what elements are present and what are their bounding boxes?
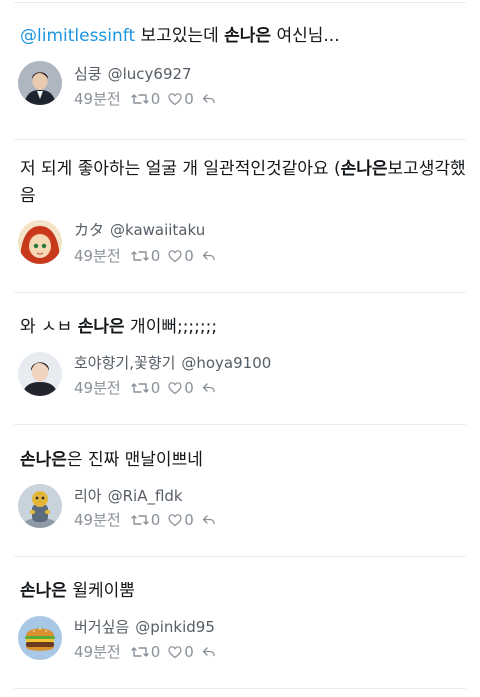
retweet-count: 0	[150, 247, 161, 265]
avatar-burger-icon	[18, 616, 62, 660]
retweet-count: 0	[150, 379, 161, 397]
tweet-actions: 49분전 0 0	[74, 378, 226, 398]
retweet-count: 0	[150, 511, 161, 529]
tweet-text-segment: 저 되게 좋아하는 얼굴 개 일관적인것같아요 (	[20, 159, 341, 179]
avatar-anime-redhead-icon	[18, 220, 62, 264]
tweet-timestamp: 49분전	[74, 379, 121, 397]
user-line: 심쿵 @lucy6927	[74, 64, 192, 84]
heart-icon	[168, 514, 182, 527]
user-display-name[interactable]: 심쿵	[74, 65, 102, 83]
reply-icon	[202, 515, 215, 525]
like-button[interactable]: 0	[168, 89, 194, 109]
tweet-timestamp: 49분전	[74, 247, 121, 265]
tweet-highlight-keyword: 손나은	[20, 581, 67, 601]
reply-icon	[202, 94, 215, 104]
retweet-button[interactable]: 0	[130, 246, 161, 266]
reply-button[interactable]	[202, 382, 218, 394]
tweet-highlight-keyword: 손나은	[20, 450, 67, 470]
like-button[interactable]: 0	[168, 642, 194, 662]
tweet-timestamp: 49분전	[74, 511, 121, 529]
retweet-button[interactable]: 0	[130, 89, 161, 109]
avatar-boy-in-suit-icon	[18, 61, 62, 105]
reply-button[interactable]	[202, 514, 218, 526]
user-handle[interactable]: @kawaiitaku	[110, 221, 205, 239]
user-avatar[interactable]	[18, 220, 62, 264]
tweet-highlight-keyword: 손나은	[340, 159, 388, 179]
like-count: 0	[184, 643, 194, 661]
tweet-timestamp: 49분전	[74, 90, 121, 108]
user-handle[interactable]: @hoya9100	[181, 354, 271, 372]
like-count: 0	[184, 379, 194, 397]
reply-icon	[202, 383, 215, 393]
user-avatar[interactable]	[18, 61, 62, 105]
user-avatar[interactable]	[18, 484, 62, 528]
tweet-text-segment: 와 ㅅㅂ	[20, 317, 78, 337]
retweet-count: 0	[150, 643, 161, 661]
tweet-text: @limitlessinft 보고있는데 손나은 여신님...	[20, 23, 468, 50]
reply-icon	[202, 647, 215, 657]
heart-icon	[168, 93, 182, 106]
tweet-actions: 49분전 0 0	[74, 510, 226, 530]
heart-icon	[168, 250, 182, 263]
tweet-highlight-keyword: 손나은	[224, 26, 272, 46]
tweet-text-segment: 여신님...	[271, 26, 340, 46]
reply-icon	[202, 251, 215, 261]
user-line: 호야향기,꽃향기 @hoya9100	[74, 353, 271, 373]
timeline-divider	[14, 292, 466, 293]
user-display-name[interactable]: 호야향기,꽃향기	[74, 354, 175, 372]
retweet-button[interactable]: 0	[130, 642, 161, 662]
user-display-name[interactable]: カタ	[74, 221, 104, 239]
like-count: 0	[184, 511, 194, 529]
tweet-mention-link[interactable]: @limitlessinft	[20, 26, 135, 46]
user-handle[interactable]: @lucy6927	[108, 65, 192, 83]
tweet-text-segment: 은 진짜 맨날이쁘네	[66, 450, 203, 470]
user-handle[interactable]: @RiA_fldk	[108, 487, 183, 505]
tweet-timestamp: 49분전	[74, 643, 121, 661]
reply-button[interactable]	[202, 646, 218, 658]
like-count: 0	[184, 90, 194, 108]
avatar-cartoon-figure-icon	[18, 484, 62, 528]
timeline-divider	[14, 688, 466, 689]
tweet-actions: 49분전 0 0	[74, 642, 226, 662]
like-count: 0	[184, 247, 194, 265]
tweet-actions: 49분전 0 0	[74, 89, 226, 109]
retweet-icon	[130, 647, 149, 657]
reply-button[interactable]	[202, 250, 218, 262]
tweet-actions: 49분전 0 0	[74, 246, 226, 266]
user-line: 버거싶음 @pinkid95	[74, 617, 215, 637]
user-display-name[interactable]: 버거싶음	[74, 618, 129, 636]
timeline-divider	[14, 556, 466, 557]
retweet-icon	[130, 251, 149, 261]
tweet-text-segment: 보고있는데	[135, 26, 225, 46]
timeline-divider	[14, 139, 466, 140]
tweet-text: 와 ㅅㅂ 손나은 개이뻐;;;;;;;	[20, 314, 468, 341]
like-button[interactable]: 0	[168, 246, 194, 266]
like-button[interactable]: 0	[168, 510, 194, 530]
reply-button[interactable]	[202, 93, 218, 105]
tweet-highlight-keyword: 손나은	[77, 317, 125, 337]
user-handle[interactable]: @pinkid95	[135, 618, 215, 636]
retweet-icon	[130, 94, 149, 104]
user-avatar[interactable]	[18, 352, 62, 396]
tweet-text-segment: 개이뻐;;;;;;;	[124, 317, 218, 337]
heart-icon	[168, 646, 182, 659]
retweet-count: 0	[150, 90, 161, 108]
tweet-text: 손나은 윌케이뿜	[20, 578, 468, 605]
tweet-text: 저 되게 좋아하는 얼굴 개 일관적인것같아요 (손나은보고생각했음	[20, 156, 468, 210]
retweet-icon	[130, 515, 149, 525]
retweet-button[interactable]: 0	[130, 378, 161, 398]
user-display-name[interactable]: 리아	[74, 487, 102, 505]
timeline-divider	[14, 2, 466, 3]
like-button[interactable]: 0	[168, 378, 194, 398]
tweet-text: 손나은은 진짜 맨날이쁘네	[20, 447, 468, 474]
user-line: カタ @kawaiitaku	[74, 220, 205, 240]
retweet-icon	[130, 383, 149, 393]
user-line: 리아 @RiA_fldk	[74, 486, 183, 506]
user-avatar[interactable]	[18, 616, 62, 660]
tweet-text-segment: 윌케이뿜	[66, 581, 135, 601]
heart-icon	[168, 382, 182, 395]
retweet-button[interactable]: 0	[130, 510, 161, 530]
timeline-divider	[14, 424, 466, 425]
avatar-young-man-icon	[18, 352, 62, 396]
